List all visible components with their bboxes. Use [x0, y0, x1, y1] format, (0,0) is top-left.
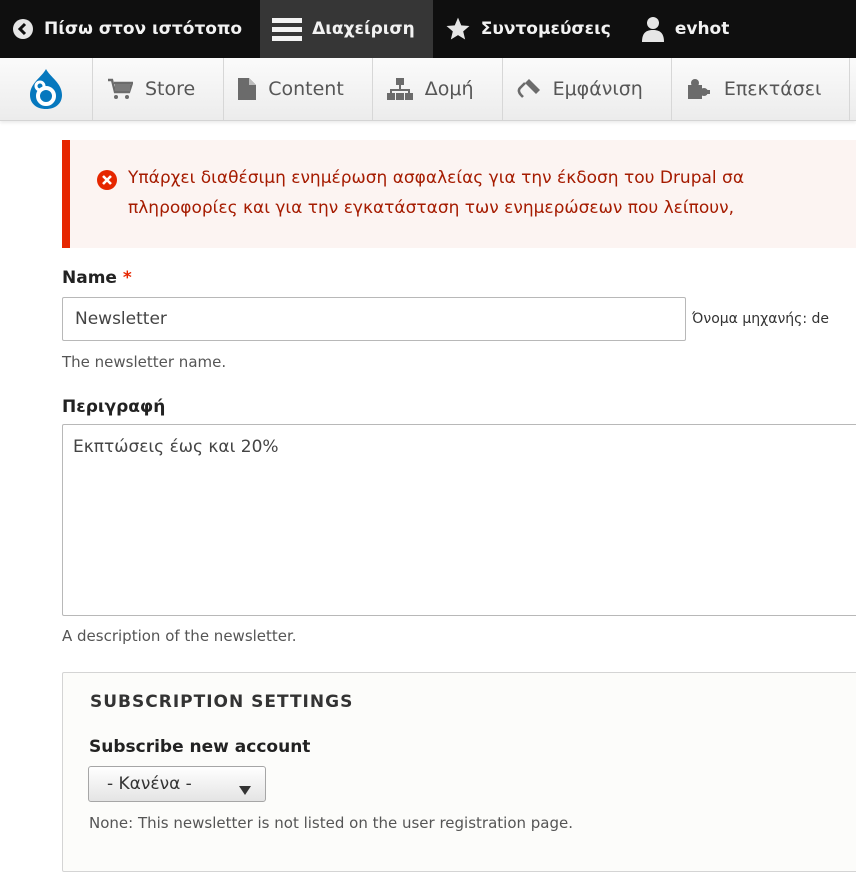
manage-tab[interactable]: Διαχείριση — [260, 0, 433, 58]
subscribe-help-text: None: This newsletter is not listed on t… — [89, 814, 574, 832]
menu-item-appearance[interactable]: Εμφάνιση — [503, 58, 672, 120]
shortcuts-tab-label: Συντομεύσεις — [480, 19, 611, 39]
subscribe-new-account-label: Subscribe new account — [89, 737, 311, 757]
description-field-label: Περιγραφή — [62, 397, 166, 417]
required-marker: * — [122, 268, 132, 288]
name-field-label: Name * — [62, 268, 132, 288]
back-to-site-link[interactable]: Πίσω στον ιστότοπο — [0, 0, 260, 58]
cart-icon — [107, 78, 133, 100]
menu-item-label: Store — [145, 78, 196, 100]
dropdown-arrow-icon — [239, 780, 251, 800]
name-help-text: The newsletter name. — [62, 353, 227, 371]
error-icon — [97, 170, 117, 199]
hamburger-menu-icon — [272, 17, 303, 41]
select-value: - Κανένα - — [107, 774, 192, 794]
description-help-text: A description of the newsletter. — [62, 627, 297, 645]
star-icon — [445, 16, 471, 42]
menu-item-label: Content — [268, 78, 344, 100]
menu-item-label: Δομή — [424, 78, 474, 100]
page-icon — [238, 78, 257, 100]
shortcuts-tab[interactable]: Συντομεύσεις — [433, 0, 629, 58]
user-tab[interactable]: evhot — [629, 0, 748, 58]
machine-name-preview: Όνομα μηχανής: de — [692, 311, 830, 327]
name-input[interactable] — [62, 297, 686, 341]
admin-toolbar: Πίσω στον ιστότοπο Διαχείριση Συντομεύσε… — [0, 0, 856, 58]
menu-item-structure[interactable]: Δομή — [373, 58, 503, 120]
description-text: Εκπτώσεις έως και 20% — [73, 437, 279, 457]
error-text-line-1: Υπάρχει διαθέσιμη ενημέρωση ασφαλείας γι… — [128, 168, 745, 188]
paintbrush-icon — [517, 78, 541, 100]
error-text-line-2: πληροφορίες και για την εγκατάσταση των … — [128, 198, 734, 218]
menu-item-extend[interactable]: Επεκτάσει — [672, 58, 851, 120]
sitemap-icon — [386, 78, 413, 100]
description-textarea[interactable]: Εκπτώσεις έως και 20% — [62, 424, 856, 616]
subscription-settings-legend: SUBSCRIPTION SETTINGS — [90, 692, 354, 712]
subscribe-new-account-select[interactable]: - Κανένα - — [88, 766, 266, 802]
security-update-error-message: Υπάρχει διαθέσιμη ενημέρωση ασφαλείας γι… — [62, 140, 856, 248]
user-icon — [641, 16, 665, 42]
menu-item-label: Επεκτάσει — [723, 78, 822, 100]
admin-menu-tray: Store Content Δομή Εμφάνιση Επεκτάσει — [0, 58, 856, 121]
menu-item-label: Εμφάνιση — [552, 78, 643, 100]
name-label-text: Name — [62, 268, 117, 288]
back-to-site-label: Πίσω στον ιστότοπο — [44, 19, 243, 39]
menu-item-content[interactable]: Content — [224, 58, 373, 120]
drupal-logo-icon[interactable] — [0, 58, 93, 120]
chevron-left-circle-icon — [12, 18, 34, 40]
manage-tab-label: Διαχείριση — [312, 19, 415, 39]
menu-item-store[interactable]: Store — [93, 58, 225, 120]
puzzle-icon — [686, 77, 712, 101]
user-tab-label: evhot — [674, 19, 730, 39]
